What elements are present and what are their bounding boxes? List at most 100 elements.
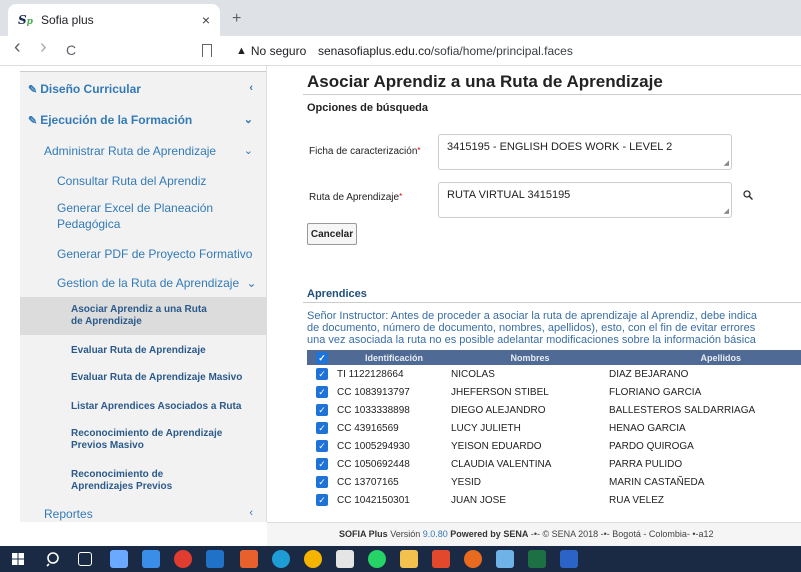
word-icon[interactable] bbox=[560, 550, 578, 568]
cancel-button[interactable]: Cancelar bbox=[307, 223, 357, 245]
cell-identificacion: CC 1033338898 bbox=[337, 404, 410, 416]
row-checkbox[interactable]: ✓ bbox=[316, 458, 328, 470]
opera-icon[interactable] bbox=[174, 550, 192, 568]
chrome-canary-icon[interactable] bbox=[464, 550, 482, 568]
select-all-checkbox[interactable]: ✓ bbox=[316, 351, 328, 364]
ficha-field[interactable]: 3415195 - ENGLISH DOES WORK - LEVEL 2 ◢ bbox=[438, 134, 732, 170]
favicon-s: S bbox=[18, 13, 27, 27]
cell-identificacion: CC 13707165 bbox=[337, 476, 399, 488]
cell-nombres: JUAN JOSE bbox=[451, 494, 507, 506]
row-select-cell: ✓ bbox=[307, 473, 337, 491]
cell-apellidos: FLORIANO GARCIA bbox=[609, 386, 702, 398]
ruta-field[interactable]: RUTA VIRTUAL 3415195 ◢ bbox=[438, 182, 732, 218]
ruta-label: Ruta de Aprendizaje* bbox=[309, 192, 402, 203]
column-header-nombres: Nombres bbox=[451, 350, 609, 365]
edge-icon[interactable] bbox=[272, 550, 290, 568]
sidebar-item-listar-aprendices[interactable]: Listar Aprendices Asociados a Ruta bbox=[20, 401, 266, 413]
store-icon[interactable] bbox=[142, 550, 160, 568]
forward-icon[interactable]: › bbox=[40, 36, 47, 59]
edit-icon: ✎ bbox=[28, 115, 38, 127]
widgets-icon[interactable] bbox=[110, 550, 128, 568]
row-checkbox[interactable]: ✓ bbox=[316, 422, 328, 434]
excel-icon[interactable] bbox=[528, 550, 546, 568]
new-tab-icon[interactable]: + bbox=[232, 10, 241, 28]
sidebar-item-label: Evaluar Ruta de Aprendizaje bbox=[71, 345, 206, 356]
task-view-icon[interactable] bbox=[78, 552, 92, 566]
close-tab-icon[interactable]: × bbox=[202, 12, 210, 28]
instructor-note: Señor Instructor: Antes de proceder a as… bbox=[307, 310, 801, 346]
sidebar-item-evaluar-masivo[interactable]: Evaluar Ruta de Aprendizaje Masivo bbox=[20, 372, 266, 384]
sidebar-item-consultar-ruta[interactable]: Consultar Ruta del Aprendiz bbox=[20, 173, 266, 189]
column-header-apellidos: Apellidos bbox=[609, 350, 801, 365]
sidebar-item-gestion-ruta[interactable]: Gestion de la Ruta de Aprendizaje ⌄ bbox=[20, 275, 266, 291]
row-checkbox[interactable]: ✓ bbox=[316, 476, 328, 488]
row-checkbox[interactable]: ✓ bbox=[316, 368, 328, 380]
brave-icon[interactable] bbox=[432, 550, 450, 568]
row-select-cell: ✓ bbox=[307, 365, 337, 383]
sidebar-top-field bbox=[20, 66, 266, 72]
table-row[interactable]: ✓ CC 1050692448 CLAUDIA VALENTINA PARRA … bbox=[307, 455, 801, 473]
footer-rest: -•- © SENA 2018 -•- Bogotá - Colombia- •… bbox=[530, 529, 714, 539]
sidebar-item-label: Listar Aprendices Asociados a Ruta bbox=[71, 401, 242, 412]
cell-nombres: LUCY JULIETH bbox=[451, 422, 521, 434]
resize-handle-icon[interactable]: ◢ bbox=[724, 159, 729, 167]
sidebar-item-ejecucion[interactable]: ✎ Ejecución de la Formación ⌄ bbox=[20, 113, 266, 127]
edit-icon: ✎ bbox=[28, 84, 38, 96]
resize-handle-icon[interactable]: ◢ bbox=[724, 207, 729, 215]
note-line: de documento, número de documento, nombr… bbox=[307, 322, 756, 334]
table-header-row: ✓ Identificación Nombres Apellidos bbox=[307, 350, 801, 365]
sidebar-item-reportes[interactable]: Reportes ‹ bbox=[20, 507, 266, 521]
row-checkbox[interactable]: ✓ bbox=[316, 404, 328, 416]
browser-toolbar: ‹ › C ▲ No seguro senasofiaplus.edu.co/s… bbox=[0, 36, 801, 66]
row-checkbox[interactable]: ✓ bbox=[316, 494, 328, 506]
paint-icon[interactable] bbox=[496, 550, 514, 568]
main-content: Asociar Aprendiz a una Ruta de Aprendiza… bbox=[267, 66, 801, 522]
powerpoint-icon[interactable] bbox=[240, 550, 258, 568]
table-row[interactable]: ✓ TI 1122128664 NICOLAS DIAZ BEJARANO bbox=[307, 365, 801, 383]
table-row[interactable]: ✓ CC 1083913797 JHEFERSON STIBEL FLORIAN… bbox=[307, 383, 801, 401]
row-select-cell: ✓ bbox=[307, 419, 337, 437]
address-bar[interactable]: senasofiaplus.edu.co/sofia/home/principa… bbox=[318, 44, 573, 58]
search-icon[interactable] bbox=[743, 190, 753, 200]
messenger-icon[interactable] bbox=[336, 550, 354, 568]
whatsapp-icon[interactable] bbox=[368, 550, 386, 568]
table-row[interactable]: ✓ CC 1042150301 JUAN JOSE RUA VELEZ bbox=[307, 491, 801, 509]
browser-tab[interactable]: Sp Sofia plus × bbox=[8, 4, 220, 36]
table-row[interactable]: ✓ CC 13707165 YESID MARIN CASTAÑEDA bbox=[307, 473, 801, 491]
cell-apellidos: PARRA PULIDO bbox=[609, 458, 683, 470]
cell-nombres: YESID bbox=[451, 476, 482, 488]
table-row[interactable]: ✓ CC 1033338898 DIEGO ALEJANDRO BALLESTE… bbox=[307, 401, 801, 419]
windows-start-icon[interactable] bbox=[12, 553, 24, 565]
aprendices-table: ✓ Identificación Nombres Apellidos ✓ TI … bbox=[307, 350, 801, 509]
file-explorer-icon[interactable] bbox=[400, 550, 418, 568]
cell-apellidos: HENAO GARCIA bbox=[609, 422, 686, 434]
sidebar-item-reconocimiento-masivo[interactable]: Reconocimiento de Aprendizaje Previos Ma… bbox=[20, 428, 266, 452]
sidebar-item-label: Generar PDF de Proyecto Formativo bbox=[57, 247, 253, 261]
row-select-cell: ✓ bbox=[307, 401, 337, 419]
table-row[interactable]: ✓ CC 43916569 LUCY JULIETH HENAO GARCIA bbox=[307, 419, 801, 437]
security-indicator[interactable]: ▲ No seguro bbox=[236, 44, 306, 58]
sidebar-item-administrar-ruta[interactable]: Administrar Ruta de Aprendizaje ⌄ bbox=[20, 144, 266, 158]
table-row[interactable]: ✓ CC 1005294930 YEISON EDUARDO PARDO QUI… bbox=[307, 437, 801, 455]
cell-apellidos: DIAZ BEJARANO bbox=[609, 368, 689, 380]
sidebar-item-generar-excel[interactable]: Generar Excel de Planeación Pedagógica bbox=[20, 200, 240, 232]
row-checkbox[interactable]: ✓ bbox=[316, 386, 328, 398]
reload-icon[interactable]: C bbox=[66, 42, 76, 58]
sidebar-item-evaluar-ruta[interactable]: Evaluar Ruta de Aprendizaje bbox=[20, 345, 266, 357]
sidebar-item-diseno-curricular[interactable]: ✎ Diseño Curricular ‹ bbox=[20, 82, 266, 96]
row-checkbox[interactable]: ✓ bbox=[316, 440, 328, 452]
favicon-p: p bbox=[26, 17, 33, 27]
sidebar-item-generar-pdf[interactable]: Generar PDF de Proyecto Formativo bbox=[20, 246, 266, 262]
chevron-down-icon: ⌄ bbox=[243, 114, 253, 126]
bookmark-icon[interactable] bbox=[202, 44, 212, 57]
footer-powered: Powered by SENA bbox=[450, 529, 529, 539]
note-line: Señor Instructor: Antes de proceder a as… bbox=[307, 310, 758, 322]
chrome-icon[interactable] bbox=[304, 550, 322, 568]
chevron-left-icon: ‹ bbox=[249, 82, 253, 94]
sidebar-item-reconocimiento[interactable]: Reconocimiento de Aprendizajes Previos bbox=[20, 469, 266, 493]
back-icon[interactable]: ‹ bbox=[14, 36, 21, 59]
outlook-icon[interactable] bbox=[206, 550, 224, 568]
column-header-identificacion: Identificación bbox=[337, 350, 451, 365]
taskbar-search-icon[interactable] bbox=[46, 551, 62, 567]
sidebar-item-asociar-aprendiz[interactable]: Asociar Aprendiz a una Ruta de Aprendiza… bbox=[20, 297, 266, 335]
